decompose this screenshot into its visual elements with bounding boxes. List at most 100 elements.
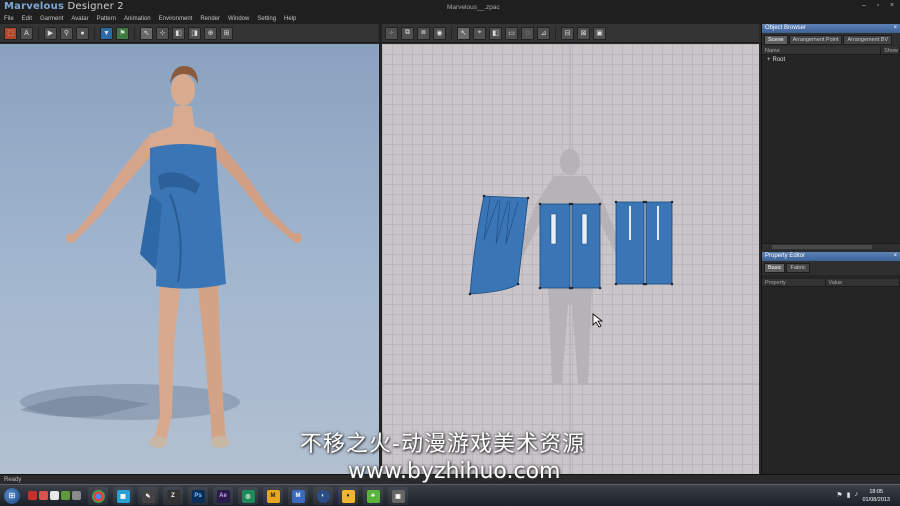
- segment-icon[interactable]: ⊠: [577, 26, 590, 40]
- menu-avatar[interactable]: Avatar: [71, 15, 88, 24]
- green-app-icon[interactable]: ◎: [238, 487, 258, 505]
- column-show[interactable]: Show: [881, 47, 900, 54]
- object-browser-tabs: Scene Arrangement Point Arrangement BV: [762, 33, 900, 47]
- system-tray: ⚑ ▮ ♪: [836, 491, 858, 499]
- tab-arrangement-point[interactable]: Arrangement Point: [788, 35, 843, 45]
- chrome-icon[interactable]: [88, 487, 108, 505]
- text-tool-icon[interactable]: A: [20, 26, 33, 40]
- menu-setting[interactable]: Setting: [257, 15, 276, 24]
- pin-icon[interactable]: ⊹: [156, 26, 169, 40]
- object-browser-columns: Name Show: [762, 47, 900, 55]
- viewport-3d[interactable]: [0, 44, 379, 474]
- menu-render[interactable]: Render: [200, 15, 220, 24]
- tshirt-icon[interactable]: ▼: [100, 26, 113, 40]
- viewport-2d[interactable]: [382, 44, 759, 474]
- panel-close-icon[interactable]: ×: [893, 24, 897, 33]
- tool-icon[interactable]: ✎: [138, 487, 158, 505]
- maximize-icon[interactable]: ▫: [874, 2, 882, 10]
- tab-basic[interactable]: Basic: [764, 263, 786, 273]
- fold-alt-icon[interactable]: ◨: [188, 26, 201, 40]
- neck-shoulders: [148, 106, 216, 148]
- tree-item-label: Root: [772, 57, 786, 63]
- property-editor-columns: Property Value: [762, 279, 900, 287]
- minimize-icon[interactable]: –: [860, 2, 868, 10]
- select-arrow-icon[interactable]: ↖: [140, 26, 153, 40]
- start-button[interactable]: ⊞: [4, 488, 20, 504]
- tree-item-root[interactable]: + Root: [762, 57, 900, 63]
- polygon-icon[interactable]: ◧: [489, 26, 502, 40]
- left-arm: [72, 136, 154, 240]
- property-editor-title: Property Editor ×: [762, 252, 900, 261]
- quick-launch-icon[interactable]: [61, 491, 70, 500]
- dart-icon[interactable]: ⊿: [537, 26, 550, 40]
- expand-icon[interactable]: +: [767, 57, 771, 63]
- close-icon[interactable]: ×: [888, 2, 896, 10]
- record-icon[interactable]: ●: [76, 26, 89, 40]
- column-value[interactable]: Value: [826, 279, 900, 286]
- right-leg: [198, 284, 226, 442]
- tab-scene[interactable]: Scene: [764, 35, 788, 45]
- rectangle-icon[interactable]: ▭: [505, 26, 518, 40]
- toolbar-3d: ⬚ A ▶ ⚲ ● ▼ ⚑ ↖ ⊹ ◧ ◨ ⊕ ⊞: [0, 24, 378, 43]
- arrange-icon[interactable]: ⊞: [220, 26, 233, 40]
- tab-fabric[interactable]: Fabric: [786, 263, 810, 273]
- photoshop-icon[interactable]: Ps: [188, 487, 208, 505]
- mirror-icon[interactable]: ⧉: [401, 26, 414, 40]
- yellow-app-icon[interactable]: ♦: [338, 487, 358, 505]
- circle-tool-icon[interactable]: ◌: [521, 26, 534, 40]
- volume-icon[interactable]: ♪: [855, 491, 859, 499]
- toolbar-separator: [38, 26, 39, 40]
- settings-circle-icon[interactable]: ◉: [433, 26, 446, 40]
- clock[interactable]: 18:05 01/08/2013: [862, 488, 890, 504]
- texture-icon[interactable]: ▣: [593, 26, 606, 40]
- evernote-icon[interactable]: ♣: [363, 487, 383, 505]
- flag-icon[interactable]: ⚑: [836, 491, 842, 499]
- quick-launch: [28, 491, 81, 500]
- menu-edit[interactable]: Edit: [22, 15, 32, 24]
- after-effects-icon[interactable]: Ae: [213, 487, 233, 505]
- app-logo: Marvelous Designer 2: [4, 1, 124, 12]
- select-arrow-2d-icon[interactable]: ↖: [457, 26, 470, 40]
- menu-bar: File Edit Garment Avatar Pattern Animati…: [0, 15, 900, 24]
- network-icon[interactable]: ▮: [847, 491, 851, 499]
- avatar-icon[interactable]: ⚑: [116, 26, 129, 40]
- menu-file[interactable]: File: [4, 15, 14, 24]
- quick-launch-icon[interactable]: [72, 491, 81, 500]
- marvelous-icon[interactable]: M: [288, 487, 308, 505]
- tab-arrangement-bv[interactable]: Arrangement BV: [843, 35, 893, 45]
- scrollbar-thumb[interactable]: [772, 245, 872, 249]
- horizontal-scrollbar[interactable]: [762, 243, 900, 250]
- quick-launch-icon[interactable]: [50, 491, 59, 500]
- select-mesh-icon[interactable]: ⬚: [4, 26, 17, 40]
- right-hand: [292, 233, 302, 243]
- object-browser-panel: Object Browser × Scene Arrangement Point …: [761, 24, 900, 250]
- menu-garment[interactable]: Garment: [40, 15, 63, 24]
- menu-pattern[interactable]: Pattern: [97, 15, 116, 24]
- taskbar-apps: ▦ ✎ Z Ps Ae ◎ M M ◐ ♦ ♣ ▣: [88, 487, 408, 505]
- column-property[interactable]: Property: [762, 279, 826, 286]
- stitch-icon[interactable]: ⧈: [417, 26, 430, 40]
- menu-window[interactable]: Window: [228, 15, 249, 24]
- grid-icon[interactable]: ⁘: [385, 26, 398, 40]
- menu-help[interactable]: Help: [284, 15, 296, 24]
- play-simulation-icon[interactable]: ▶: [44, 26, 57, 40]
- walk-icon[interactable]: ⚲: [60, 26, 73, 40]
- blue-app-icon[interactable]: ◐: [313, 487, 333, 505]
- media-app-icon[interactable]: ▣: [388, 487, 408, 505]
- tack-icon[interactable]: ⊕: [204, 26, 217, 40]
- seam-icon[interactable]: ⊟: [561, 26, 574, 40]
- menu-environment[interactable]: Environment: [159, 15, 193, 24]
- menu-animation[interactable]: Animation: [124, 15, 151, 24]
- fold-icon[interactable]: ◧: [172, 26, 185, 40]
- title-bar: Marvelous Designer 2 Marvelous__.zpac – …: [0, 0, 900, 15]
- quick-launch-icon[interactable]: [39, 491, 48, 500]
- column-name[interactable]: Name: [762, 47, 882, 54]
- explorer-icon[interactable]: ▦: [113, 487, 133, 505]
- zbrush-icon[interactable]: Z: [163, 487, 183, 505]
- quick-launch-icon[interactable]: [28, 491, 37, 500]
- toolbar-separator: [555, 26, 556, 40]
- maya-icon[interactable]: M: [263, 487, 283, 505]
- panel-close-icon[interactable]: ×: [893, 252, 897, 261]
- edit-point-icon[interactable]: ⌖: [473, 26, 486, 40]
- mouse-cursor-icon: [592, 313, 604, 328]
